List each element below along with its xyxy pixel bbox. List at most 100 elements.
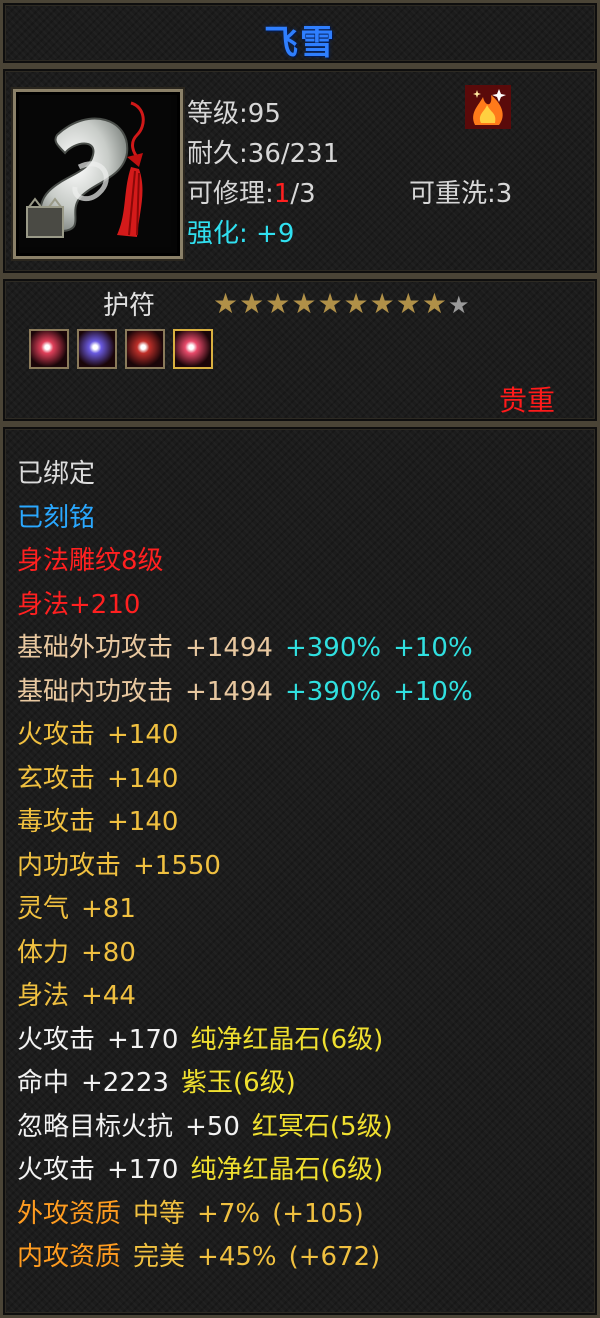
attribute-segment: 身法	[17, 981, 70, 1011]
attribute-row: 灵气 +81	[17, 888, 148, 925]
purple-gem-icon[interactable]	[77, 329, 117, 369]
attribute-segment: 纯净红晶石(6级)	[190, 1024, 384, 1055]
repair-label: 可修理	[187, 179, 266, 209]
attribute-row: 毒攻击 +140	[17, 801, 190, 838]
red-gem-icon[interactable]	[29, 329, 69, 369]
star-filled-icon: ★	[317, 287, 344, 320]
attribute-segment: +1494	[185, 633, 273, 663]
attribute-segment: +1494	[185, 676, 273, 707]
title-bar: 飞雪	[0, 0, 600, 66]
rewash-stat: 可重洗:3	[409, 179, 513, 209]
attribute-segment: 红冥石(5级)	[251, 1111, 393, 1142]
attribute-segment: +390%	[284, 633, 382, 663]
attribute-segment: 体力	[17, 937, 70, 968]
star-empty-icon: ★	[447, 291, 471, 319]
star-filled-icon: ★	[239, 287, 266, 320]
attribute-segment: 已刻铭	[17, 502, 96, 533]
repair-current: 1	[273, 179, 291, 209]
star-filled-icon: ★	[343, 287, 370, 320]
attribute-row: 已绑定	[17, 453, 107, 490]
rewash-value: 3	[495, 179, 513, 209]
enhance-value: +9	[256, 219, 295, 249]
attribute-segment: +1550	[133, 850, 221, 881]
attribute-row: 身法+210	[17, 584, 152, 621]
attribute-segment: +45%	[197, 1242, 277, 1272]
attribute-segment: +7%	[197, 1198, 261, 1229]
attribute-segment: 灵气	[17, 894, 70, 924]
attribute-segment: +50	[185, 1111, 240, 1142]
rewash-label: 可重洗	[409, 179, 488, 209]
attribute-segment: 身法雕纹8级	[17, 546, 164, 576]
attribute-row: 体力 +80	[17, 932, 148, 969]
attribute-segment: 火攻击	[17, 720, 96, 750]
star-filled-icon: ★	[369, 287, 396, 320]
attribute-segment: +140	[107, 763, 179, 794]
rarity-label: 贵重	[498, 384, 555, 417]
attribute-segment: +170	[107, 1024, 179, 1055]
attribute-row: 已刻铭	[17, 497, 107, 534]
attribute-segment: +10%	[393, 676, 473, 707]
attribute-row: 身法雕纹8级	[17, 540, 176, 577]
attribute-row: 内攻资质 完美 +45% (+672)	[17, 1236, 392, 1273]
repair-total: /3	[290, 179, 316, 209]
attribute-segment: +170	[107, 1155, 179, 1185]
durability-label: 耐久	[187, 139, 240, 169]
attribute-row: 火攻击 +170 纯净红晶石(6级)	[17, 1149, 395, 1186]
attribute-segment: +10%	[393, 633, 473, 663]
attribute-row: 火攻击 +170 纯净红晶石(6级)	[17, 1019, 395, 1056]
attribute-segment: (+105)	[272, 1198, 364, 1229]
attribute-row: 火攻击 +140	[17, 714, 190, 751]
crimson-gem-icon[interactable]	[125, 329, 165, 369]
attribute-row: 身法 +44	[17, 975, 148, 1012]
durability-value: 36/231	[247, 139, 340, 169]
attribute-segment: +44	[81, 981, 136, 1011]
attribute-segment: 火攻击	[17, 1024, 96, 1055]
attribute-row: 内功攻击 +1550	[17, 845, 233, 882]
attribute-segment: 完美	[133, 1242, 186, 1272]
star-filled-icon: ★	[291, 287, 318, 320]
rose-gem-icon[interactable]	[173, 329, 213, 369]
item-extra-panel: 护符 ★★★★★★★★★★ 贵重	[0, 276, 600, 424]
attribute-segment: +2223	[81, 1068, 169, 1098]
attribute-segment: (+672)	[288, 1242, 381, 1272]
attribute-segment: 基础外功攻击	[17, 633, 174, 663]
attributes-panel: 已绑定 已刻铭 身法雕纹8级 身法+210 基础外功攻击 +1494 +390% +10% 基础…	[0, 424, 600, 1318]
star-filled-icon: ★	[421, 287, 448, 320]
attribute-segment: 外攻资质	[17, 1198, 122, 1229]
enhance-label: 强化	[187, 219, 240, 249]
repair-stat: 可修理:1/3	[187, 179, 316, 209]
attribute-row: 基础外功攻击 +1494 +390% +10%	[17, 627, 485, 664]
durability-stat: 耐久:36/231	[187, 139, 340, 169]
amulet-icon	[19, 95, 171, 247]
attribute-segment: +81	[81, 894, 136, 924]
level-value: 95	[247, 99, 281, 129]
level-stat: 等级:95	[187, 99, 281, 129]
attribute-segment: 中等	[133, 1198, 186, 1229]
attribute-segment: 身法+210	[17, 589, 141, 620]
attribute-segment: +390%	[284, 676, 382, 707]
attribute-segment: 基础内功攻击	[17, 676, 174, 707]
item-icon-frame[interactable]	[13, 89, 183, 259]
attribute-segment: 忽略目标火抗	[17, 1111, 174, 1142]
attribute-segment: 玄攻击	[17, 763, 96, 794]
enhance-stat: 强化: +9	[187, 219, 295, 249]
attribute-segment: 命中	[17, 1068, 70, 1098]
attribute-row: 命中 +2223 紫玉(6级)	[17, 1062, 308, 1099]
attribute-segment: 纯净红晶石(6级)	[190, 1155, 384, 1185]
attribute-segment: +140	[107, 807, 179, 837]
item-info-panel: 等级:95 耐久:36/231 可修理:1/3 可重洗:3 强化: +9	[0, 66, 600, 276]
item-type-label: 护符	[103, 291, 156, 321]
star-filled-icon: ★	[265, 287, 292, 320]
attribute-segment: 已绑定	[17, 459, 96, 489]
flame-badge-icon[interactable]	[465, 85, 511, 129]
attribute-segment: 紫玉(6级)	[180, 1068, 296, 1098]
attribute-segment: +80	[81, 937, 136, 968]
attribute-segment: 火攻击	[17, 1155, 96, 1185]
star-rating: ★★★★★★★★★★	[213, 287, 471, 320]
star-filled-icon: ★	[395, 287, 422, 320]
attribute-segment: 内功攻击	[17, 850, 122, 881]
attribute-row: 忽略目标火抗 +50 红冥石(5级)	[17, 1106, 405, 1143]
attribute-segment: +140	[107, 720, 179, 750]
attribute-row: 基础内功攻击 +1494 +390% +10%	[17, 671, 485, 708]
item-name: 飞雪	[264, 23, 336, 63]
